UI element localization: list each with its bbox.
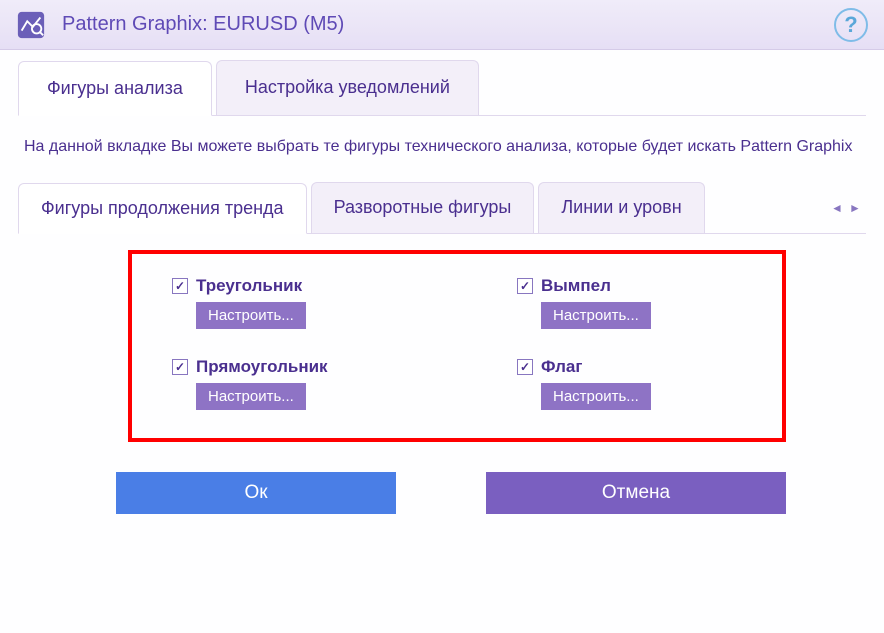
subtab-lines-levels[interactable]: Линии и уровн <box>538 182 704 233</box>
configure-button-pennant[interactable]: Настроить... <box>541 302 651 329</box>
subtab-reversal-figures[interactable]: Разворотные фигуры <box>311 182 535 233</box>
pattern-label-pennant: Вымпел <box>541 276 611 296</box>
tab-notification-settings[interactable]: Настройка уведомлений <box>216 60 479 115</box>
configure-button-rectangle[interactable]: Настроить... <box>196 383 306 410</box>
tab-scroll-controls: ◄ ► <box>830 182 866 233</box>
pattern-item-triangle: ✓ Треугольник Настроить... <box>172 276 397 329</box>
subtab-continuation-figures[interactable]: Фигуры продолжения тренда <box>18 183 307 234</box>
tab-description-text: На данной вкладке Вы можете выбрать те ф… <box>18 116 866 182</box>
cancel-button[interactable]: Отмена <box>486 472 786 514</box>
ok-button[interactable]: Ок <box>116 472 396 514</box>
tab-scroll-left-icon[interactable]: ◄ <box>830 193 844 223</box>
pattern-label-flag: Флаг <box>541 357 582 377</box>
main-content: Фигуры анализа Настройка уведомлений На … <box>0 50 884 514</box>
tab-analysis-figures[interactable]: Фигуры анализа <box>18 61 212 116</box>
configure-button-flag[interactable]: Настроить... <box>541 383 651 410</box>
pattern-label-triangle: Треугольник <box>196 276 302 296</box>
primary-tab-strip: Фигуры анализа Настройка уведомлений <box>18 60 866 116</box>
title-bar: Pattern Graphix: EURUSD (M5) ? <box>0 0 884 50</box>
highlighted-pattern-region: ✓ Треугольник Настроить... ✓ Вымпел Наст… <box>128 250 786 442</box>
tab-scroll-right-icon[interactable]: ► <box>848 193 862 223</box>
pattern-label-rectangle: Прямоугольник <box>196 357 328 377</box>
checkbox-rectangle[interactable]: ✓ <box>172 359 188 375</box>
checkbox-flag[interactable]: ✓ <box>517 359 533 375</box>
window-title: Pattern Graphix: EURUSD (M5) <box>62 13 344 36</box>
sub-tab-strip: Фигуры продолжения тренда Разворотные фи… <box>18 182 866 234</box>
dialog-footer-buttons: Ок Отмена <box>18 460 866 514</box>
pattern-item-pennant: ✓ Вымпел Настроить... <box>517 276 742 329</box>
checkbox-triangle[interactable]: ✓ <box>172 278 188 294</box>
app-logo-icon <box>16 10 46 40</box>
checkbox-pennant[interactable]: ✓ <box>517 278 533 294</box>
pattern-item-rectangle: ✓ Прямоугольник Настроить... <box>172 357 397 410</box>
configure-button-triangle[interactable]: Настроить... <box>196 302 306 329</box>
pattern-item-flag: ✓ Флаг Настроить... <box>517 357 742 410</box>
help-icon[interactable]: ? <box>834 8 868 42</box>
